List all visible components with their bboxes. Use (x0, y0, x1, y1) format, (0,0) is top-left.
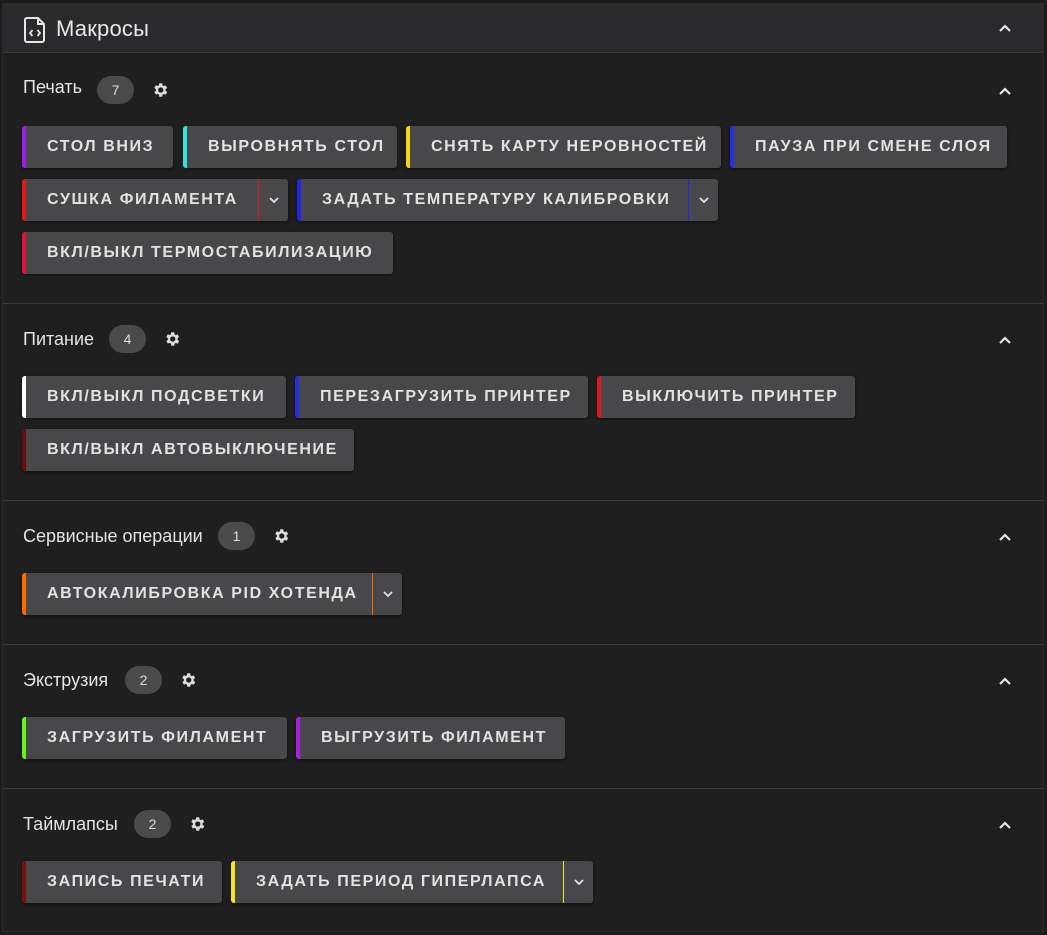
chevron-up-icon[interactable] (997, 817, 1013, 833)
count-badge: 2 (125, 666, 162, 694)
color-stripe (22, 717, 26, 759)
dropdown-toggle[interactable] (372, 573, 402, 615)
file-code-icon (24, 17, 45, 43)
button-label: ВКЛ/ВЫКЛ ПОДСВЕТКИ (47, 388, 266, 405)
macro-button-thermostab[interactable]: ВКЛ/ВЫКЛ ТЕРМОСТАБИЛИЗАЦИЮ (22, 232, 393, 274)
dropdown-toggle[interactable] (688, 179, 718, 221)
color-stripe (597, 376, 601, 418)
section-service: Сервисные операции 1 АВТОКАЛИБРОВКА PID … (3, 501, 1043, 644)
macros-panel: Макросы Печать 7 СТОЛ ВНИЗ ВЫРОВНЯТЬ СТО… (2, 3, 1044, 932)
button-label: ПЕРЕЗАГРУЗИТЬ ПРИНТЕР (320, 388, 572, 405)
button-label: СТОЛ ВНИЗ (47, 138, 155, 155)
color-stripe (183, 126, 187, 168)
button-label: ЗАДАТЬ ПЕРИОД ГИПЕРЛАПСА (256, 873, 547, 890)
color-stripe (22, 126, 26, 168)
button-label: ЗАПИСЬ ПЕЧАТИ (47, 873, 206, 890)
macro-button-load-filament[interactable]: ЗАГРУЗИТЬ ФИЛАМЕНТ (22, 717, 287, 759)
dropdown-toggle[interactable] (563, 861, 593, 903)
macro-button-table-down[interactable]: СТОЛ ВНИЗ (22, 126, 173, 168)
macro-button-dry-filament[interactable]: СУШКА ФИЛАМЕНТА (22, 179, 288, 221)
section-title: Питание (23, 329, 95, 349)
color-stripe (296, 717, 300, 759)
chevron-down-icon (698, 197, 709, 204)
button-label: СУШКА ФИЛАМЕНТА (47, 191, 238, 208)
chevron-up-icon[interactable] (997, 332, 1013, 348)
color-stripe (730, 126, 734, 168)
macro-button-calib-temp[interactable]: ЗАДАТЬ ТЕМПЕРАТУРУ КАЛИБРОВКИ (297, 179, 718, 221)
macro-button-record-print[interactable]: ЗАПИСЬ ПЕЧАТИ (22, 861, 222, 903)
color-stripe (297, 179, 301, 221)
macro-button-hyperlapse-period[interactable]: ЗАДАТЬ ПЕРИОД ГИПЕРЛАПСА (231, 861, 593, 903)
count-badge: 7 (97, 76, 134, 104)
button-label: СНЯТЬ КАРТУ НЕРОВНОСТЕЙ (431, 138, 708, 155)
panel-title: Макросы (56, 16, 150, 41)
count-badge: 2 (134, 810, 171, 838)
button-label: ЗАДАТЬ ТЕМПЕРАТУРУ КАЛИБРОВКИ (322, 191, 671, 208)
panel-header[interactable]: Макросы (3, 4, 1043, 53)
color-stripe (295, 376, 299, 418)
color-stripe (22, 376, 26, 418)
section-title: Таймлапсы (23, 814, 118, 834)
color-stripe (406, 126, 410, 168)
section-header[interactable]: Печать 7 (3, 54, 1043, 114)
count-badge: 4 (109, 325, 146, 353)
gear-icon[interactable] (163, 330, 181, 348)
color-stripe (22, 179, 26, 221)
button-label: ВКЛ/ВЫКЛ АВТОВЫКЛЮЧЕНИЕ (47, 441, 338, 458)
chevron-down-icon (268, 197, 279, 204)
macro-button-reboot[interactable]: ПЕРЕЗАГРУЗИТЬ ПРИНТЕР (295, 376, 588, 418)
macro-button-shutdown[interactable]: ВЫКЛЮЧИТЬ ПРИНТЕР (597, 376, 855, 418)
section-header[interactable]: Экструзия 2 (3, 645, 1043, 705)
color-stripe (22, 573, 26, 615)
section-header[interactable]: Сервисные операции 1 (3, 501, 1043, 561)
macro-button-pid-calib[interactable]: АВТОКАЛИБРОВКА PID ХОТЕНДА (22, 573, 402, 615)
macro-button-unload-filament[interactable]: ВЫГРУЗИТЬ ФИЛАМЕНТ (296, 717, 565, 759)
section-power: Питание 4 ВКЛ/ВЫКЛ ПОДСВЕТКИ ПЕРЕЗАГРУЗИ… (3, 304, 1043, 500)
macro-button-level-table[interactable]: ВЫРОВНЯТЬ СТОЛ (183, 126, 397, 168)
section-header[interactable]: Таймлапсы 2 (3, 789, 1043, 849)
dropdown-toggle[interactable] (258, 179, 288, 221)
section-title: Печать (23, 77, 82, 97)
gear-icon[interactable] (179, 671, 197, 689)
button-label: ВЫРОВНЯТЬ СТОЛ (208, 138, 385, 155)
macro-button-auto-off[interactable]: ВКЛ/ВЫКЛ АВТОВЫКЛЮЧЕНИЕ (22, 429, 354, 471)
count-badge: 1 (218, 522, 255, 550)
chevron-up-icon[interactable] (997, 20, 1013, 36)
button-label: ПАУЗА ПРИ СМЕНЕ СЛОЯ (755, 138, 992, 155)
macro-button-layer-pause[interactable]: ПАУЗА ПРИ СМЕНЕ СЛОЯ (730, 126, 1007, 168)
section-header[interactable]: Питание 4 (3, 304, 1043, 364)
gear-icon[interactable] (272, 527, 290, 545)
chevron-down-icon (382, 591, 393, 598)
section-timelapse: Таймлапсы 2 ЗАПИСЬ ПЕЧАТИ ЗАДАТЬ ПЕРИОД … (3, 789, 1043, 932)
button-label: ВЫКЛЮЧИТЬ ПРИНТЕР (622, 388, 839, 405)
color-stripe (22, 429, 26, 471)
chevron-down-icon (573, 879, 584, 886)
color-stripe (22, 861, 26, 903)
chevron-up-icon[interactable] (997, 83, 1013, 99)
button-label: АВТОКАЛИБРОВКА PID ХОТЕНДА (47, 585, 358, 602)
section-title: Сервисные операции (23, 526, 203, 546)
button-label: ЗАГРУЗИТЬ ФИЛАМЕНТ (47, 729, 268, 746)
color-stripe (231, 861, 235, 903)
macro-button-mesh-map[interactable]: СНЯТЬ КАРТУ НЕРОВНОСТЕЙ (406, 126, 721, 168)
button-label: ВКЛ/ВЫКЛ ТЕРМОСТАБИЛИЗАЦИЮ (47, 244, 374, 261)
section-print: Печать 7 СТОЛ ВНИЗ ВЫРОВНЯТЬ СТОЛ СНЯТЬ … (3, 54, 1043, 304)
chevron-up-icon[interactable] (997, 673, 1013, 689)
button-label: ВЫГРУЗИТЬ ФИЛАМЕНТ (321, 729, 548, 746)
section-title: Экструзия (23, 670, 109, 690)
gear-icon[interactable] (151, 81, 169, 99)
macro-button-lights[interactable]: ВКЛ/ВЫКЛ ПОДСВЕТКИ (22, 376, 286, 418)
color-stripe (22, 232, 26, 274)
gear-icon[interactable] (188, 815, 206, 833)
section-extrusion: Экструзия 2 ЗАГРУЗИТЬ ФИЛАМЕНТ ВЫГРУЗИТЬ… (3, 645, 1043, 788)
chevron-up-icon[interactable] (997, 529, 1013, 545)
